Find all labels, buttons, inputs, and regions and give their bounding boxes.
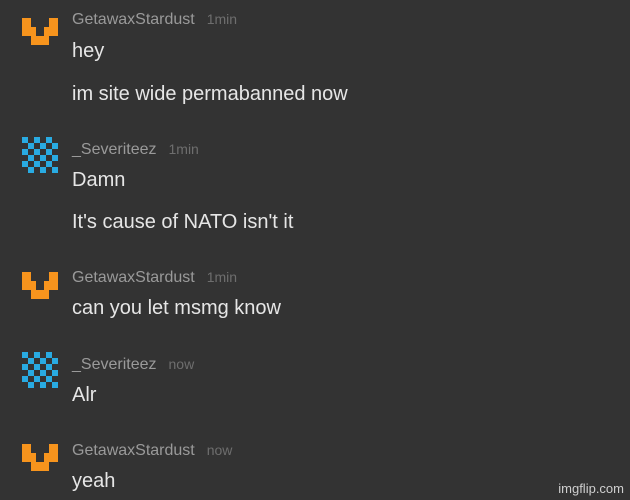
message-text: im site wide permabanned now	[72, 83, 348, 105]
message-header: GetawaxStardust 1min	[72, 11, 237, 31]
timestamp: 1min	[206, 11, 238, 27]
timestamp: 1min	[168, 141, 199, 157]
orange-identicon-icon[interactable]	[22, 440, 58, 476]
message-text: It's cause of NATO isn't it	[72, 211, 294, 233]
message-text: Damn	[72, 169, 126, 191]
timestamp: 1min	[206, 269, 238, 285]
username[interactable]: GetawaxStardust	[72, 11, 195, 28]
orange-identicon-icon[interactable]	[22, 268, 58, 304]
message-header: GetawaxStardust 1min	[72, 269, 237, 289]
message-text: hey	[72, 40, 105, 62]
message-text: Alr	[72, 384, 97, 406]
blue-identicon-icon[interactable]	[22, 352, 58, 388]
message-header: _Severiteez now	[72, 356, 194, 376]
username[interactable]: _Severiteez	[72, 356, 157, 373]
message-header: GetawaxStardust now	[72, 442, 232, 462]
orange-identicon-icon[interactable]	[22, 14, 58, 50]
message-text: yeah	[72, 470, 116, 492]
message-text: can you let msmg know	[72, 297, 281, 319]
username[interactable]: GetawaxStardust	[72, 442, 195, 459]
username[interactable]: GetawaxStardust	[72, 269, 195, 286]
message-header: _Severiteez 1min	[72, 141, 199, 161]
timestamp: now	[206, 442, 233, 458]
timestamp: now	[168, 356, 195, 372]
username[interactable]: _Severiteez	[72, 141, 157, 158]
blue-identicon-icon[interactable]	[22, 137, 58, 173]
imgflip-watermark: imgflip.com	[558, 481, 624, 496]
chat-log: GetawaxStardust 1min hey im site wide per…	[0, 0, 630, 500]
